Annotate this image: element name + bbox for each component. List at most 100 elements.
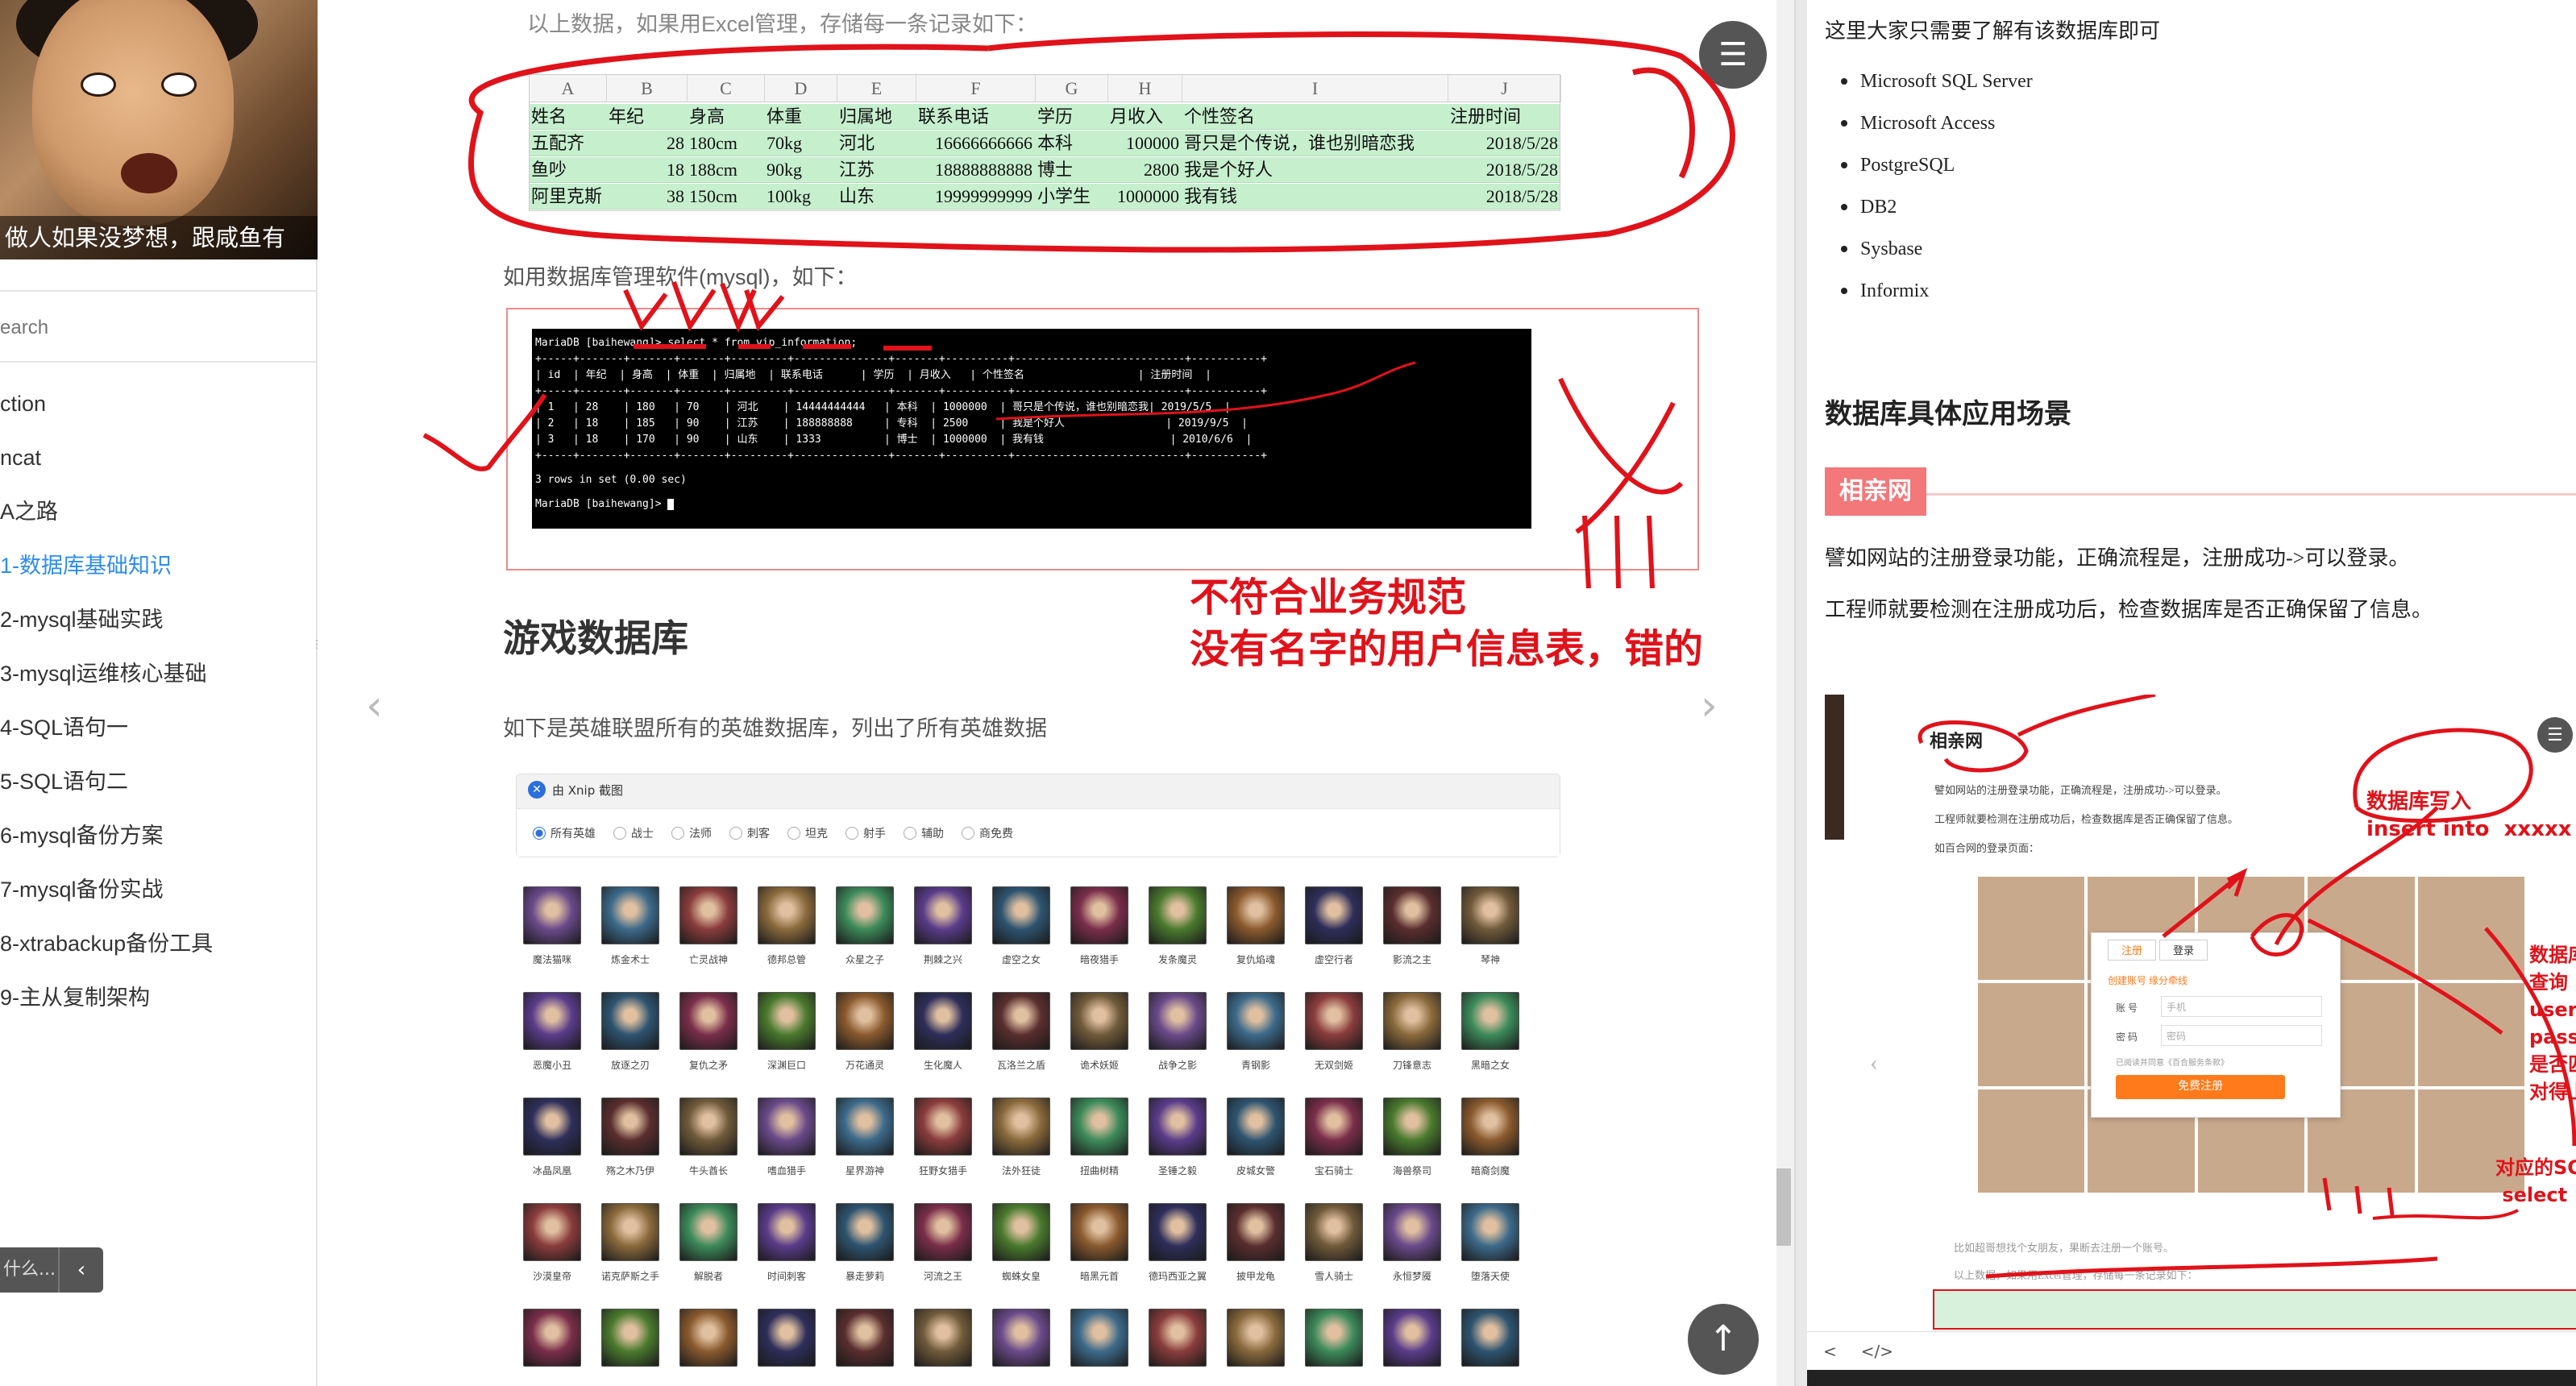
hero-card[interactable]: 生化魔人 <box>910 992 976 1072</box>
sidebar-item[interactable]: 4-SQL语句一 <box>0 709 316 763</box>
hero-portrait[interactable] <box>914 886 972 944</box>
hero-card[interactable]: 诡术妖姬 <box>1066 992 1132 1072</box>
radio-dot[interactable] <box>729 826 742 840</box>
sidebar-item[interactable]: A之路 <box>0 493 316 547</box>
radio-dot[interactable] <box>904 826 916 840</box>
hero-card[interactable]: 虚空之女 <box>988 886 1054 966</box>
sidebar-item[interactable]: 7-mysql备份实战 <box>0 871 316 925</box>
hero-portrait[interactable] <box>1461 1309 1519 1367</box>
hero-card[interactable]: 无双剑姬 <box>1301 992 1367 1072</box>
hero-portrait[interactable] <box>601 1203 659 1261</box>
hero-card[interactable] <box>519 1309 585 1375</box>
hero-card[interactable]: 蜘蛛女皇 <box>988 1203 1054 1283</box>
hero-card[interactable]: 放逐之刃 <box>597 992 663 1072</box>
hero-card[interactable]: 堕落天使 <box>1457 1203 1523 1283</box>
hero-card[interactable]: 青钢影 <box>1223 992 1289 1072</box>
hero-card[interactable]: 暗黑元首 <box>1066 1203 1132 1283</box>
hero-card[interactable]: 发条魔灵 <box>1145 886 1211 966</box>
hero-card[interactable]: 殇之木乃伊 <box>597 1098 663 1177</box>
hero-card[interactable]: 星界游神 <box>832 1098 898 1177</box>
hero-portrait[interactable] <box>523 1098 581 1156</box>
hero-card[interactable]: 复仇之矛 <box>675 992 742 1072</box>
hero-portrait[interactable] <box>1305 886 1363 944</box>
hero-filter-radio[interactable]: 射手 <box>846 825 886 841</box>
hero-portrait[interactable] <box>601 886 659 944</box>
hero-card[interactable]: 时间刺客 <box>754 1203 820 1283</box>
hero-card[interactable]: 法外狂徒 <box>988 1098 1054 1177</box>
hero-portrait[interactable] <box>836 1309 894 1367</box>
hero-portrait[interactable] <box>1383 1203 1441 1261</box>
hero-portrait[interactable] <box>1070 1309 1128 1367</box>
hero-portrait[interactable] <box>1227 992 1285 1050</box>
hero-portrait[interactable] <box>1383 886 1441 944</box>
hero-portrait[interactable] <box>1305 1309 1363 1367</box>
hero-portrait[interactable] <box>1383 1098 1441 1156</box>
hero-filter-radio[interactable]: 刺客 <box>729 825 770 841</box>
hero-portrait[interactable] <box>679 886 737 944</box>
hero-portrait[interactable] <box>836 1203 894 1261</box>
hero-portrait[interactable] <box>1461 992 1519 1050</box>
radio-dot[interactable] <box>787 826 800 840</box>
hero-card[interactable] <box>597 1309 663 1375</box>
radio-dot[interactable] <box>962 826 974 840</box>
hero-portrait[interactable] <box>1070 1098 1128 1156</box>
hero-card[interactable]: 恶魔小丑 <box>519 992 585 1072</box>
hero-card[interactable]: 冰晶凤凰 <box>519 1098 585 1177</box>
radio-dot[interactable] <box>671 826 684 840</box>
hero-card[interactable] <box>754 1309 820 1375</box>
hero-portrait[interactable] <box>914 1098 972 1156</box>
hero-portrait[interactable] <box>601 992 659 1050</box>
hero-portrait[interactable] <box>758 992 816 1050</box>
hero-card[interactable]: 狂野女猎手 <box>910 1098 976 1177</box>
password-input[interactable]: 密码 <box>2161 1025 2322 1046</box>
hero-portrait[interactable] <box>679 1309 737 1367</box>
hero-card[interactable]: 河流之王 <box>910 1203 976 1283</box>
hero-portrait[interactable] <box>601 1098 659 1156</box>
hero-card[interactable]: 嗜血猎手 <box>754 1098 820 1177</box>
hero-portrait[interactable] <box>1227 1309 1285 1367</box>
hero-portrait[interactable] <box>1149 1203 1207 1261</box>
hero-card[interactable] <box>910 1309 976 1375</box>
hero-filter-radio[interactable]: 法师 <box>671 825 712 841</box>
hero-portrait[interactable] <box>1149 886 1207 944</box>
hero-portrait[interactable] <box>1383 1309 1441 1367</box>
chevron-left-icon[interactable]: ‹ <box>1870 1049 1878 1077</box>
hero-portrait[interactable] <box>1383 992 1441 1050</box>
sidebar-item[interactable]: 9-主从复制架构 <box>0 979 316 1033</box>
radio-dot[interactable] <box>533 826 546 840</box>
hero-portrait[interactable] <box>758 886 816 944</box>
hero-card[interactable]: 诺克萨斯之手 <box>597 1203 663 1283</box>
hero-filter-radio[interactable]: 商免费 <box>962 825 1013 841</box>
hero-portrait[interactable] <box>1149 1309 1207 1367</box>
hero-portrait[interactable] <box>914 992 972 1050</box>
hero-portrait[interactable] <box>679 1098 737 1156</box>
collapse-sidebar-button[interactable]: ‹ <box>58 1247 103 1293</box>
sidebar-item[interactable]: ction <box>0 385 316 439</box>
pane-divider[interactable] <box>1794 0 1807 1386</box>
hero-card[interactable]: 战争之影 <box>1145 992 1211 1072</box>
sidebar-item[interactable]: 8-xtrabackup备份工具 <box>0 925 316 979</box>
hero-card[interactable] <box>1066 1309 1132 1375</box>
sidebar-item[interactable]: ncat <box>0 439 316 493</box>
hero-portrait[interactable] <box>1149 992 1207 1050</box>
hero-card[interactable]: 暗夜猎手 <box>1066 886 1132 966</box>
hero-portrait[interactable] <box>1461 886 1519 944</box>
hero-portrait[interactable] <box>992 1098 1050 1156</box>
hero-card[interactable]: 沙漠皇帝 <box>519 1203 585 1283</box>
tab-register[interactable]: 注册 <box>2108 940 2156 961</box>
hero-card[interactable]: 德玛西亚之翼 <box>1145 1203 1211 1283</box>
create-account-link[interactable]: 创建账号 缘分牵线 <box>2108 973 2188 987</box>
scrollbar-thumb[interactable] <box>1776 1168 1791 1246</box>
sidebar-item[interactable]: 2-mysql基础实践 <box>0 601 316 655</box>
sidebar-item[interactable]: 3-mysql运维核心基础 <box>0 655 316 709</box>
hero-portrait[interactable] <box>1070 886 1128 944</box>
hero-card[interactable]: 解脱者 <box>675 1203 742 1283</box>
hero-card[interactable]: 皮城女警 <box>1223 1098 1289 1177</box>
account-input[interactable]: 手机 <box>2161 996 2322 1017</box>
hero-portrait[interactable] <box>523 886 581 944</box>
hero-card[interactable]: 德邦总管 <box>754 886 820 966</box>
hero-portrait[interactable] <box>1227 1203 1285 1261</box>
sidebar-search[interactable] <box>0 290 316 363</box>
hero-portrait[interactable] <box>523 1309 581 1367</box>
hero-card[interactable]: 圣锤之毅 <box>1145 1098 1211 1177</box>
